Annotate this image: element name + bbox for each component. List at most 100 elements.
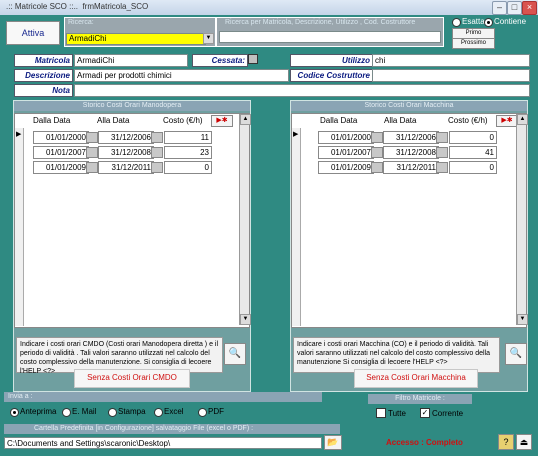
scroll-up-icon[interactable]: ▲ [240,114,251,125]
table-row-2-costo[interactable]: 0 [164,161,212,174]
col-alla-data: Alla Data [97,116,130,125]
main-window: .:: Matricole SCO ::.. frmMatricola_SCO … [0,0,538,456]
codice-costruttore-field[interactable] [372,69,530,82]
senza-costi-macchina-button[interactable]: Senza Costi Orari Macchina [354,369,478,388]
table-row-0-dalla[interactable]: 01/01/2000 [33,131,89,144]
help-icon[interactable]: ? [498,434,514,450]
accesso-status: Accesso : Completo [386,438,463,447]
macchina-grid: Dalla Data Alla Data Costo (€/h) ▶✱ ▶ 01… [291,113,528,328]
stampa-radio[interactable] [108,408,117,417]
cessata-checkbox[interactable] [248,54,258,64]
descrizione-label: Descrizione [14,69,73,82]
table-row-1-alla[interactable]: 31/12/2008 [383,146,439,159]
corrente-checkbox[interactable]: ✓ [420,408,430,418]
col-alla-data: Alla Data [384,116,417,125]
search-input[interactable] [219,31,441,43]
table-row-2-costo[interactable]: 0 [449,161,497,174]
search-caption: Ricerca per Matricola, Descrizione, Util… [225,19,416,26]
table-row-1-costo[interactable]: 41 [449,146,497,159]
pdf-radio[interactable] [198,408,207,417]
calendar-icon[interactable] [436,147,448,158]
excel-radio[interactable] [154,408,163,417]
row-selector-column [15,128,24,326]
cartella-title: Cartella Predefinita [in Configurazione]… [4,424,340,434]
descrizione-field[interactable]: Armadi per prodotti chimici [74,69,289,82]
table-row-0-costo[interactable]: 0 [449,131,497,144]
search-mode-panel: Esatta Contiene Primo Prossimo [446,17,534,49]
cartella-path-field[interactable]: C:\Documents and Settings\scaronic\Deskt… [4,437,322,449]
window-title: .:: Matricole SCO ::.. frmMatricola_SCO [6,2,149,11]
manodopera-title: Storico Costi Orari Manodopera [14,101,250,111]
exit-icon[interactable]: ⏏ [516,434,532,450]
search-panel: Ricerca per Matricola, Descrizione, Util… [216,17,444,47]
scroll-up-icon[interactable]: ▲ [517,114,528,125]
table-row-1-dalla[interactable]: 01/01/2007 [318,146,374,159]
maximize-icon[interactable]: □ [507,1,522,15]
esatta-radio[interactable] [452,18,461,27]
current-row-icon: ▶ [293,131,299,138]
attiva-button[interactable]: Attiva [6,21,60,45]
email-radio[interactable] [62,408,71,417]
cessata-label: Cessata: [192,54,248,67]
calendar-icon[interactable] [86,147,98,158]
table-row-2-alla[interactable]: 31/12/2011 [383,161,439,174]
anteprima-radio[interactable] [10,408,19,417]
minimize-icon[interactable]: – [492,1,507,15]
pdf-label: PDF [208,407,224,416]
nota-field[interactable] [74,84,530,97]
calendar-icon[interactable] [371,132,383,143]
sort-icon[interactable]: ▶✱ [496,115,518,127]
macchina-info: Indicare i costi orari Macchina (CO) e i… [293,337,500,373]
tutte-label: Tutte [388,409,406,418]
calendar-icon[interactable] [371,162,383,173]
manodopera-section: Storico Costi Orari Manodopera Dalla Dat… [13,100,251,392]
senza-costi-cmdo-button[interactable]: Senza Costi Orari CMDO [74,369,190,388]
scroll-down-icon[interactable]: ▼ [517,314,528,325]
scroll-down-icon[interactable]: ▼ [240,314,251,325]
calendar-icon[interactable] [436,162,448,173]
title-bar: .:: Matricole SCO ::.. frmMatricola_SCO … [0,0,538,16]
close-icon[interactable]: × [522,1,537,15]
manodopera-scrollbar[interactable]: ▲ ▼ [239,114,251,325]
calendar-icon[interactable] [371,147,383,158]
table-row-2-alla[interactable]: 31/12/2011 [98,161,154,174]
preview-search-icon[interactable]: 🔍 [505,343,527,365]
folder-open-icon[interactable]: 📂 [324,435,342,450]
calendar-icon[interactable] [151,147,163,158]
calendar-icon[interactable] [151,132,163,143]
table-row-0-dalla[interactable]: 01/01/2000 [318,131,374,144]
filtro-title: Filtro Matricole : [368,394,472,404]
calendar-icon[interactable] [86,162,98,173]
current-row-icon: ▶ [16,131,22,138]
contiene-label: Contiene [494,17,527,26]
table-row-0-alla[interactable]: 31/12/2006 [98,131,154,144]
ricerca-caption: Ricerca: [68,19,94,26]
calendar-icon[interactable] [151,162,163,173]
calendar-icon[interactable] [436,132,448,143]
ricerca-combo[interactable]: ArmadiChi [66,33,206,45]
preview-search-icon[interactable]: 🔍 [224,343,246,365]
anteprima-label: Anteprima [20,407,57,416]
macchina-scrollbar[interactable]: ▲ ▼ [516,114,528,325]
table-row-0-costo[interactable]: 11 [164,131,212,144]
corrente-label: Corrente [432,409,464,418]
table-row-0-alla[interactable]: 31/12/2006 [383,131,439,144]
table-row-1-costo[interactable]: 23 [164,146,212,159]
table-row-2-dalla[interactable]: 01/01/2009 [318,161,374,174]
contiene-radio[interactable] [484,18,493,27]
tutte-checkbox[interactable] [376,408,386,418]
table-row-1-dalla[interactable]: 01/01/2007 [33,146,89,159]
row-selector-column [292,128,301,326]
col-costo: Costo (€/h) [448,116,488,125]
chevron-down-icon[interactable]: ▼ [203,33,214,44]
col-dalla-data: Dalla Data [33,116,71,125]
prossimo-button[interactable]: Prossimo [452,38,495,49]
calendar-icon[interactable] [86,132,98,143]
table-row-1-alla[interactable]: 31/12/2008 [98,146,154,159]
esatta-label: Esatta [462,17,485,26]
filtro-panel: Filtro Matricole : Tutte ✓ Corrente [368,394,472,420]
matricola-field[interactable]: ArmadiChi [74,54,188,67]
table-row-2-dalla[interactable]: 01/01/2009 [33,161,89,174]
utilizzo-field[interactable]: chi [372,54,530,67]
sort-icon[interactable]: ▶✱ [211,115,233,127]
